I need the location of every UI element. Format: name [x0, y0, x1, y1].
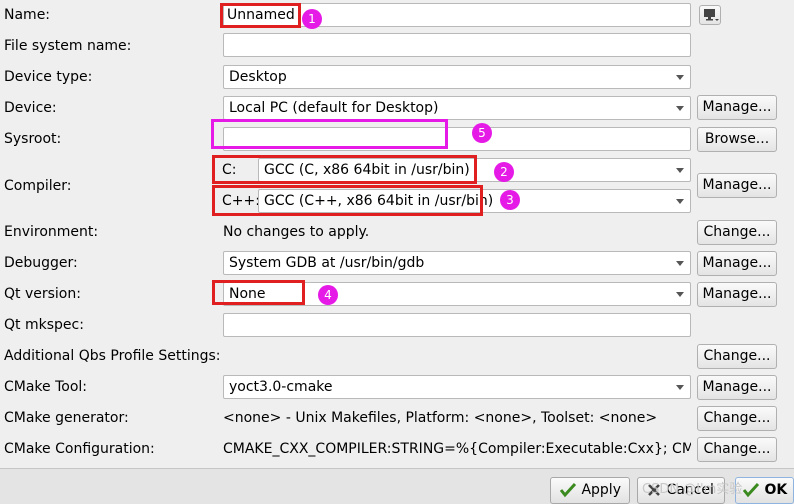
annotation-badge-3: 3 — [500, 190, 520, 210]
device-type-value: Desktop — [229, 69, 287, 85]
chevron-down-icon — [676, 385, 684, 390]
environment-change-button[interactable]: Change... — [697, 220, 777, 245]
sysroot-label: Sysroot: — [4, 131, 62, 147]
qt-mkspec-input[interactable] — [223, 313, 691, 337]
annotation-badge-1: 1 — [302, 9, 322, 29]
qt-version-value: None — [229, 286, 266, 302]
name-label: Name: — [4, 7, 51, 23]
qt-version-label: Qt version: — [4, 286, 81, 302]
environment-label: Environment: — [4, 224, 99, 240]
apply-label: Apply — [581, 482, 621, 498]
device-icon-button[interactable] — [699, 5, 721, 25]
debugger-select[interactable]: System GDB at /usr/bin/gdb — [223, 251, 691, 275]
device-type-label: Device type: — [4, 69, 93, 85]
compiler-c-select[interactable]: GCC (C, x86 64bit in /usr/bin) — [258, 158, 691, 182]
file-system-name-input[interactable] — [223, 33, 691, 57]
device-label: Device: — [4, 100, 57, 116]
qt-version-manage-button[interactable]: Manage... — [697, 282, 777, 307]
name-input[interactable]: Unnamed — [223, 3, 691, 27]
chevron-down-icon — [676, 199, 684, 204]
cmake-generator-label: CMake generator: — [4, 410, 129, 426]
qt-version-select[interactable]: None — [223, 282, 691, 306]
annotation-badge-4: 4 — [318, 285, 338, 305]
annotation-badge-5: 5 — [472, 123, 492, 143]
compiler-c-prefix: C: — [222, 162, 237, 178]
cmake-tool-manage-button[interactable]: Manage... — [697, 375, 777, 400]
apply-button[interactable]: Apply — [550, 477, 630, 504]
cmake-generator-change-button[interactable]: Change... — [697, 406, 777, 431]
cmake-configuration-label: CMake Configuration: — [4, 441, 155, 457]
chevron-down-icon — [676, 106, 684, 111]
chevron-down-icon — [676, 75, 684, 80]
qbs-change-button[interactable]: Change... — [697, 344, 777, 369]
environment-value: No changes to apply. — [223, 224, 370, 240]
chevron-down-icon — [676, 261, 684, 266]
check-icon — [559, 482, 577, 498]
debugger-value: System GDB at /usr/bin/gdb — [229, 255, 425, 271]
compiler-manage-button[interactable]: Manage... — [697, 173, 777, 198]
chevron-down-icon — [676, 292, 684, 297]
file-system-name-label: File system name: — [4, 38, 132, 54]
compiler-cpp-select[interactable]: GCC (C++, x86 64bit in /usr/bin) — [258, 189, 691, 213]
cmake-tool-select[interactable]: yoct3.0-cmake — [223, 375, 691, 399]
compiler-c-value: GCC (C, x86 64bit in /usr/bin) — [264, 162, 470, 178]
check-icon — [742, 482, 760, 498]
ok-button[interactable]: OK — [735, 477, 794, 504]
compiler-cpp-prefix: C++: — [222, 193, 260, 209]
ok-label: OK — [764, 482, 788, 498]
chevron-down-icon — [676, 168, 684, 173]
cmake-configuration-value: CMAKE_CXX_COMPILER:STRING=%{Compiler:Exe… — [223, 441, 691, 457]
name-value: Unnamed — [227, 7, 295, 23]
monitor-icon — [704, 9, 719, 21]
device-manage-button[interactable]: Manage... — [697, 95, 777, 120]
cmake-tool-label: CMake Tool: — [4, 379, 88, 395]
device-select[interactable]: Local PC (default for Desktop) — [223, 96, 691, 120]
sysroot-browse-button[interactable]: Browse... — [697, 127, 777, 152]
annotation-badge-2: 2 — [494, 162, 514, 182]
device-value: Local PC (default for Desktop) — [229, 100, 439, 116]
device-type-select[interactable]: Desktop — [223, 65, 691, 89]
watermark: CSDN @I'm实验 — [642, 482, 743, 497]
debugger-manage-button[interactable]: Manage... — [697, 251, 777, 276]
debugger-label: Debugger: — [4, 255, 78, 271]
compiler-label: Compiler: — [4, 178, 72, 194]
compiler-cpp-value: GCC (C++, x86 64bit in /usr/bin) — [264, 193, 494, 209]
qt-mkspec-label: Qt mkspec: — [4, 317, 84, 333]
sysroot-input[interactable] — [223, 127, 691, 151]
cmake-generator-value: <none> - Unix Makefiles, Platform: <none… — [223, 410, 658, 426]
cmake-tool-value: yoct3.0-cmake — [229, 379, 333, 395]
cmake-configuration-change-button[interactable]: Change... — [697, 437, 777, 462]
qbs-settings-label: Additional Qbs Profile Settings: — [4, 348, 221, 364]
